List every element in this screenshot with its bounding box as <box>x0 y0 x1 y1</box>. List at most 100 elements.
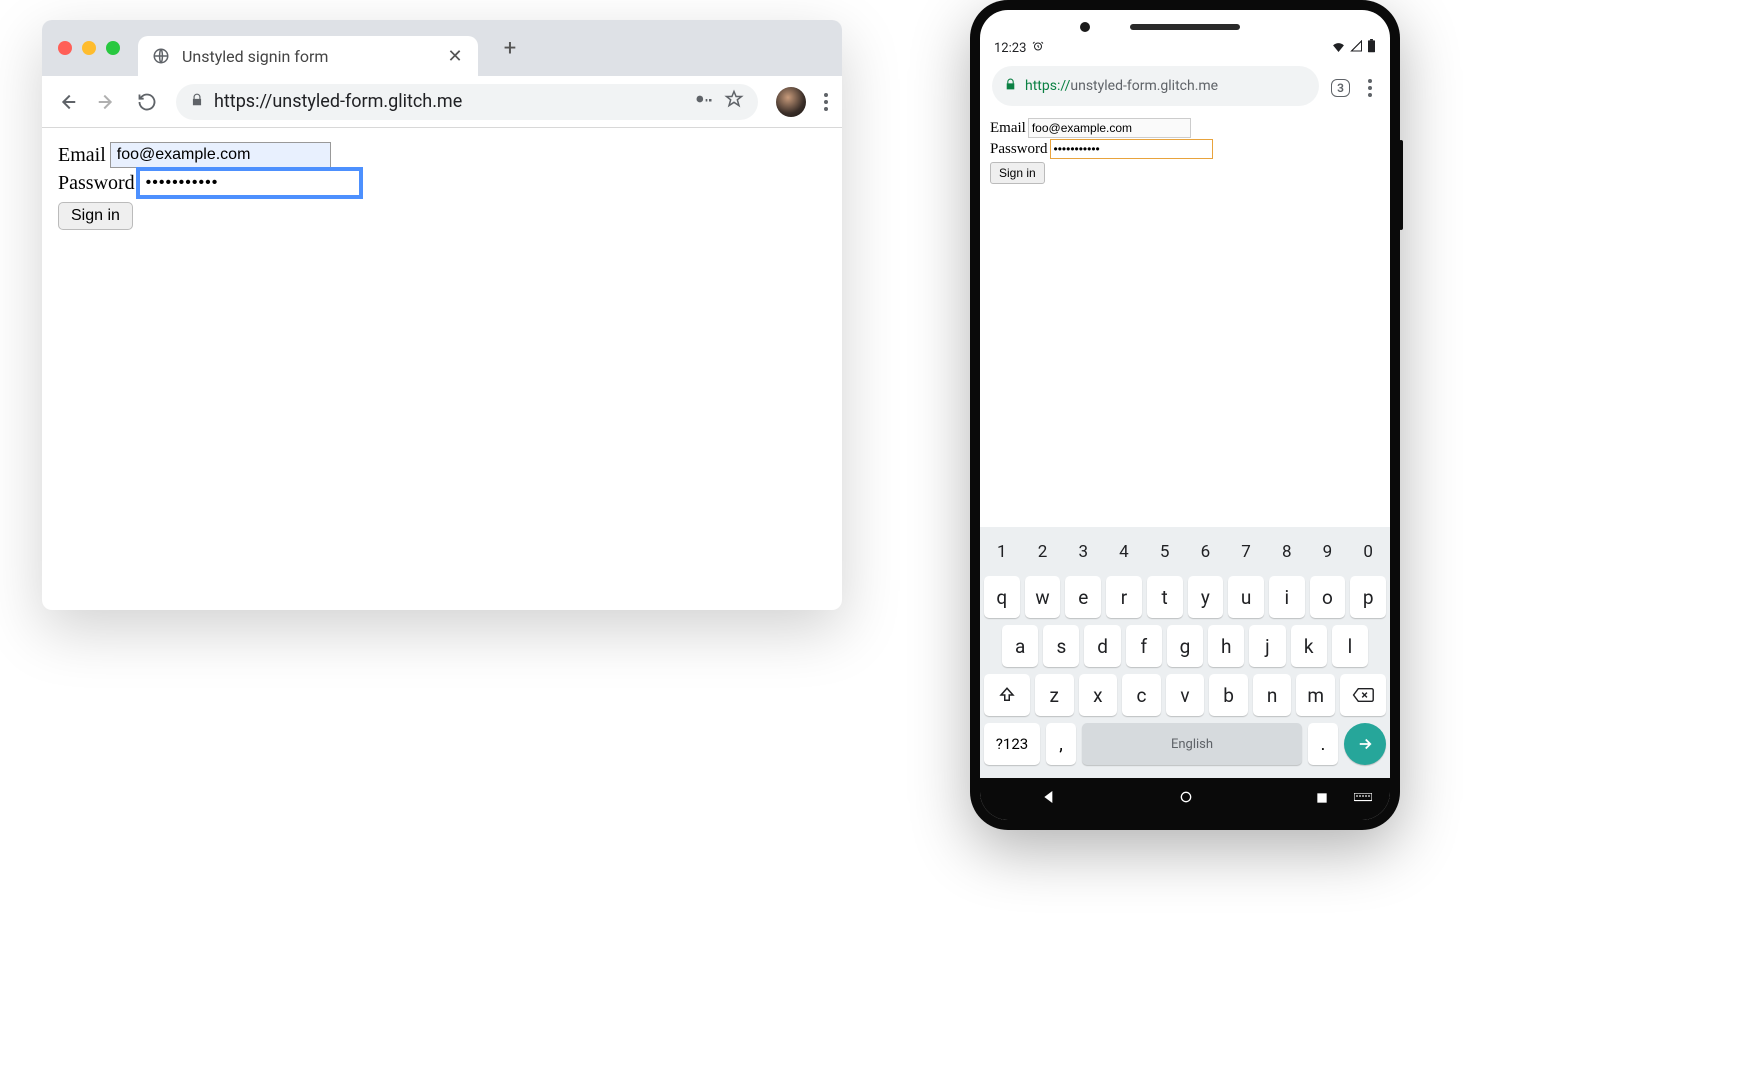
signal-icon <box>1350 40 1363 56</box>
email-input[interactable] <box>110 142 331 168</box>
key-i[interactable]: i <box>1269 576 1305 618</box>
tab-count-badge[interactable]: 3 <box>1331 79 1350 97</box>
desktop-browser-window: Unstyled signin form ✕ + https://unstyle… <box>42 20 842 610</box>
password-input[interactable] <box>1050 139 1213 159</box>
page-content: Email Password Sign in <box>42 128 842 244</box>
key-p[interactable]: p <box>1350 576 1386 618</box>
browser-toolbar: https://unstyled-form.glitch.me <box>42 76 842 128</box>
email-label: Email <box>990 120 1026 137</box>
minimize-window-button[interactable] <box>82 41 96 55</box>
key-4[interactable]: 4 <box>1106 535 1142 569</box>
email-label: Email <box>58 144 106 167</box>
browser-menu-button[interactable] <box>824 93 828 111</box>
phone-device-frame: 12:23 <box>970 0 1400 830</box>
key-l[interactable]: l <box>1332 625 1368 667</box>
globe-icon <box>152 47 170 65</box>
android-nav-bar <box>980 778 1390 820</box>
key-icon[interactable] <box>694 89 714 114</box>
enter-key[interactable] <box>1344 723 1386 765</box>
mobile-menu-button[interactable] <box>1368 79 1372 97</box>
mobile-url-text: https://unstyled-form.glitch.me <box>1025 78 1218 94</box>
wifi-icon <box>1331 40 1346 56</box>
key-y[interactable]: y <box>1188 576 1224 618</box>
alarm-icon <box>1032 40 1044 56</box>
period-key[interactable]: . <box>1308 723 1338 765</box>
keyboard-number-row: 1234567890 <box>984 535 1386 569</box>
status-bar: 12:23 <box>980 10 1390 62</box>
symbols-key[interactable]: ?123 <box>984 723 1040 765</box>
reload-button[interactable] <box>136 91 158 113</box>
url-text: https://unstyled-form.glitch.me <box>214 91 684 112</box>
key-5[interactable]: 5 <box>1147 535 1183 569</box>
key-d[interactable]: d <box>1084 625 1120 667</box>
key-h[interactable]: h <box>1208 625 1244 667</box>
forward-button[interactable] <box>96 91 118 113</box>
key-c[interactable]: c <box>1122 674 1161 716</box>
key-9[interactable]: 9 <box>1310 535 1346 569</box>
key-v[interactable]: v <box>1166 674 1205 716</box>
key-2[interactable]: 2 <box>1025 535 1061 569</box>
key-k[interactable]: k <box>1291 625 1327 667</box>
profile-avatar[interactable] <box>776 87 806 117</box>
password-label: Password <box>990 141 1048 158</box>
phone-camera <box>1080 22 1090 32</box>
bookmark-star-icon[interactable] <box>724 89 744 114</box>
window-controls <box>58 41 120 55</box>
key-0[interactable]: 0 <box>1350 535 1386 569</box>
key-m[interactable]: m <box>1296 674 1335 716</box>
close-tab-icon[interactable]: ✕ <box>446 46 464 67</box>
key-7[interactable]: 7 <box>1228 535 1264 569</box>
nav-recents-button[interactable] <box>1315 790 1329 809</box>
new-tab-button[interactable]: + <box>498 36 522 60</box>
keyboard-row-bottom: ?123 , English . <box>984 723 1386 765</box>
key-x[interactable]: x <box>1079 674 1118 716</box>
password-input[interactable] <box>139 170 360 196</box>
signin-button[interactable]: Sign in <box>990 162 1045 184</box>
keyboard-row-1: qwertyuiop <box>984 576 1386 618</box>
key-q[interactable]: q <box>984 576 1020 618</box>
comma-key[interactable]: , <box>1046 723 1076 765</box>
key-8[interactable]: 8 <box>1269 535 1305 569</box>
tab-title: Unstyled signin form <box>182 47 434 66</box>
mobile-page-content: Email Password Sign in <box>980 114 1390 527</box>
key-t[interactable]: t <box>1147 576 1183 618</box>
key-f[interactable]: f <box>1126 625 1162 667</box>
key-u[interactable]: u <box>1228 576 1264 618</box>
key-z[interactable]: z <box>1035 674 1074 716</box>
key-j[interactable]: j <box>1249 625 1285 667</box>
battery-icon <box>1367 39 1376 57</box>
lock-icon <box>1004 78 1017 95</box>
key-a[interactable]: a <box>1002 625 1038 667</box>
backspace-key[interactable] <box>1340 674 1386 716</box>
back-button[interactable] <box>56 91 78 113</box>
keyboard-row-2: asdfghjkl <box>984 625 1386 667</box>
status-time: 12:23 <box>994 41 1026 56</box>
key-r[interactable]: r <box>1106 576 1142 618</box>
spacebar-key[interactable]: English <box>1082 723 1302 765</box>
nav-back-button[interactable] <box>1041 789 1057 809</box>
key-w[interactable]: w <box>1025 576 1061 618</box>
lock-icon <box>190 91 204 112</box>
key-o[interactable]: o <box>1310 576 1346 618</box>
key-1[interactable]: 1 <box>984 535 1020 569</box>
shift-key[interactable] <box>984 674 1030 716</box>
key-n[interactable]: n <box>1253 674 1292 716</box>
soft-keyboard: 1234567890 qwertyuiop asdfghjkl zxcvbnm … <box>980 527 1390 778</box>
signin-button[interactable]: Sign in <box>58 202 133 230</box>
key-6[interactable]: 6 <box>1188 535 1224 569</box>
key-e[interactable]: e <box>1065 576 1101 618</box>
nav-home-button[interactable] <box>1178 789 1194 809</box>
address-bar[interactable]: https://unstyled-form.glitch.me <box>176 84 758 120</box>
email-input[interactable] <box>1028 118 1191 138</box>
key-g[interactable]: g <box>1167 625 1203 667</box>
phone-screen: 12:23 <box>980 10 1390 820</box>
close-window-button[interactable] <box>58 41 72 55</box>
mobile-address-bar[interactable]: https://unstyled-form.glitch.me <box>992 66 1319 106</box>
key-s[interactable]: s <box>1043 625 1079 667</box>
key-b[interactable]: b <box>1209 674 1248 716</box>
browser-tab[interactable]: Unstyled signin form ✕ <box>138 36 478 76</box>
maximize-window-button[interactable] <box>106 41 120 55</box>
key-3[interactable]: 3 <box>1065 535 1101 569</box>
keyboard-collapse-icon[interactable] <box>1354 790 1372 809</box>
phone-power-button <box>1399 140 1403 230</box>
